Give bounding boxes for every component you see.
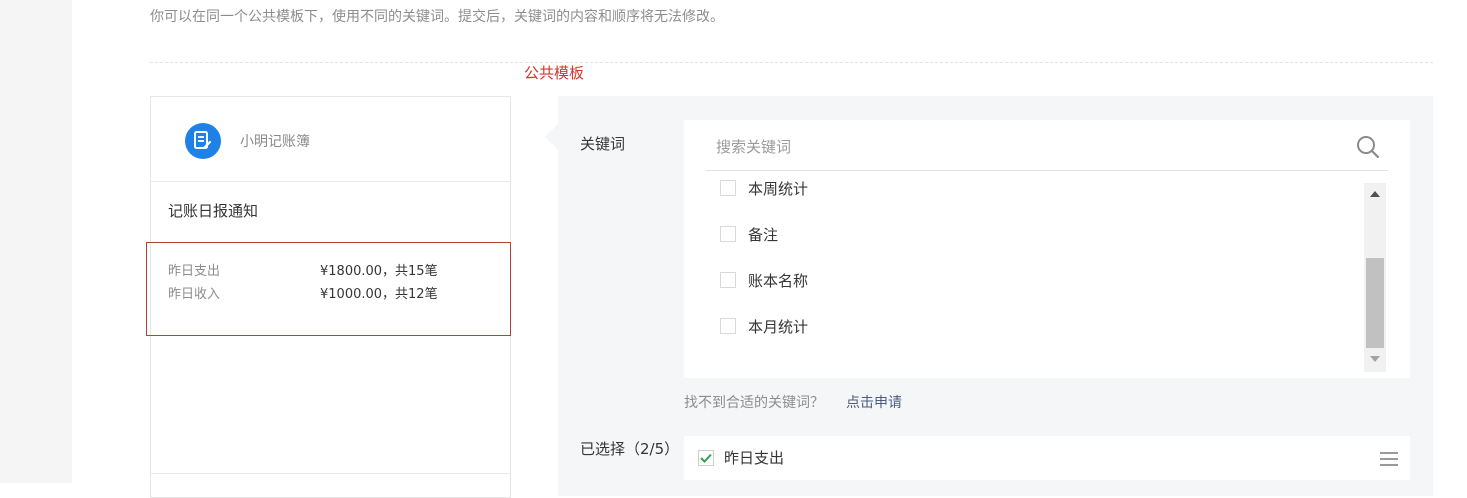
apply-keyword-link[interactable]: 点击申请: [846, 392, 902, 412]
search-icon[interactable]: [1356, 135, 1380, 163]
option-label: 备注: [748, 226, 779, 244]
option-label: 账本名称: [748, 272, 809, 290]
scrollbar-thumb[interactable]: [1366, 258, 1384, 348]
preview-row-label: 昨日收入: [168, 287, 221, 302]
selected-count-label: 已选择（2/5）: [580, 440, 680, 458]
panel-pointer-arrow: [545, 124, 558, 150]
search-bar: [706, 124, 1388, 171]
selected-keyword-item[interactable]: 昨日支出: [684, 436, 1410, 480]
scroll-up-arrow-icon[interactable]: [1370, 191, 1380, 197]
preview-footer-divider: [151, 473, 510, 474]
keyword-list-scrollbar[interactable]: [1364, 183, 1386, 372]
left-sidebar-strip: [0, 0, 72, 483]
account-name: 小明记账簿: [240, 134, 310, 150]
option-checkbox[interactable]: [720, 272, 736, 288]
not-found-text: 找不到合适的关键词？: [684, 395, 824, 411]
option-checkbox[interactable]: [720, 318, 736, 334]
keywords-label: 关键词: [580, 135, 626, 153]
hint-text: 你可以在同一个公共模板下，使用不同的关键词。提交后，关键词的内容和顺序将无法修改…: [150, 9, 724, 25]
option-label: 本周统计: [748, 180, 809, 198]
preview-row-value: ¥1000.00，共12笔: [320, 287, 438, 302]
message-title: 记账日报通知: [168, 202, 259, 220]
option-checkbox[interactable]: [720, 226, 736, 242]
preview-header: 小明记账簿: [151, 97, 510, 182]
selected-checkbox[interactable]: [698, 450, 714, 466]
selected-item-label: 昨日支出: [724, 449, 785, 467]
search-input[interactable]: [706, 124, 1346, 170]
preview-row-label: 昨日支出: [168, 264, 221, 279]
scroll-down-arrow-icon[interactable]: [1370, 356, 1380, 362]
option-checkbox[interactable]: [720, 180, 736, 196]
dashed-divider: [150, 62, 1433, 63]
drag-handle-icon[interactable]: [1380, 451, 1398, 470]
preview-row-value: ¥1800.00，共15笔: [320, 264, 438, 279]
option-label: 本月统计: [748, 318, 809, 336]
section-title: 公共模板: [524, 64, 585, 82]
notebook-edit-icon: [185, 123, 221, 159]
